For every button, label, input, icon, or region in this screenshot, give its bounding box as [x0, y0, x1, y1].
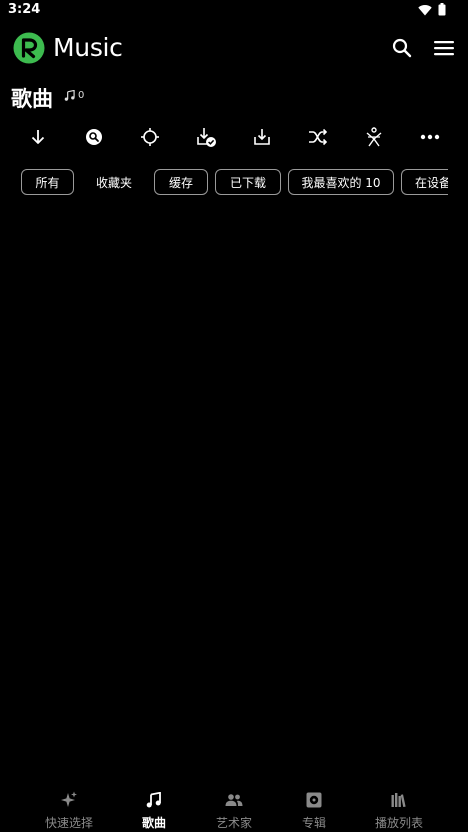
nav-artists[interactable]: 艺术家 — [194, 784, 274, 832]
search-circle-icon — [86, 129, 102, 145]
sort-button[interactable] — [23, 122, 53, 152]
chip-top-10[interactable]: 我最喜欢的 10 — [288, 169, 394, 195]
status-icons — [418, 3, 446, 16]
app-bar: Music — [0, 28, 468, 72]
more-button[interactable] — [415, 122, 445, 152]
chip-favorites[interactable]: 收藏夹 — [86, 169, 142, 195]
nav-songs-label: 歌曲 — [141, 816, 166, 830]
menu-button[interactable] — [432, 36, 456, 60]
more-icon — [420, 134, 440, 140]
wifi-icon — [418, 4, 432, 15]
nav-playlists[interactable]: 播放列表 — [359, 784, 439, 832]
shuffle-button[interactable] — [303, 122, 333, 152]
nav-quick-picks[interactable]: 快速选择 — [29, 784, 109, 832]
nav-albums[interactable]: 专辑 — [274, 784, 354, 832]
nav-songs[interactable]: 歌曲 — [114, 784, 194, 832]
music-note-small-icon — [64, 90, 75, 101]
song-count-value: 0 — [78, 90, 85, 101]
chip-all[interactable]: 所有 — [21, 169, 74, 195]
download-button[interactable] — [247, 122, 277, 152]
nav-playlists-label: 播放列表 — [374, 816, 423, 830]
dj-icon — [366, 127, 382, 147]
app-logo-icon — [13, 32, 45, 64]
bottom-nav: 快速选择 歌曲 艺术家 专辑 播放列表 — [0, 784, 468, 832]
search-button[interactable] — [390, 36, 414, 60]
people-icon — [225, 794, 243, 806]
shuffle-icon — [309, 128, 328, 146]
search-filter-button[interactable] — [79, 122, 109, 152]
nav-artists-label: 艺术家 — [215, 816, 252, 830]
filter-chips: 所有 收藏夹 缓存 已下载 我最喜欢的 10 在设备 — [0, 168, 448, 198]
search-icon — [392, 38, 412, 58]
status-bar: 3:24 — [0, 0, 468, 20]
page-title: 歌曲 — [11, 87, 53, 111]
dj-button[interactable] — [359, 122, 389, 152]
music-note-icon — [146, 792, 161, 808]
app-title: Music — [53, 33, 123, 62]
song-count: 0 — [64, 90, 84, 101]
toolbar — [0, 122, 468, 152]
sparkle-icon — [61, 791, 77, 807]
album-icon — [306, 792, 322, 808]
locate-icon — [141, 128, 159, 146]
downloaded-filter-button[interactable] — [191, 122, 221, 152]
sort-down-icon — [31, 130, 45, 144]
chip-on-device[interactable]: 在设备 — [401, 169, 448, 195]
download-icon — [254, 129, 270, 145]
battery-icon — [438, 3, 446, 16]
status-time: 3:24 — [8, 2, 41, 17]
chip-downloaded[interactable]: 已下载 — [215, 169, 281, 195]
downloaded-check-icon — [197, 128, 216, 147]
locate-button[interactable] — [135, 122, 165, 152]
chip-cache[interactable]: 缓存 — [154, 169, 208, 195]
nav-quick-picks-label: 快速选择 — [44, 816, 93, 830]
hamburger-menu-icon — [434, 41, 454, 56]
library-icon — [391, 793, 406, 807]
nav-albums-label: 专辑 — [301, 816, 326, 830]
